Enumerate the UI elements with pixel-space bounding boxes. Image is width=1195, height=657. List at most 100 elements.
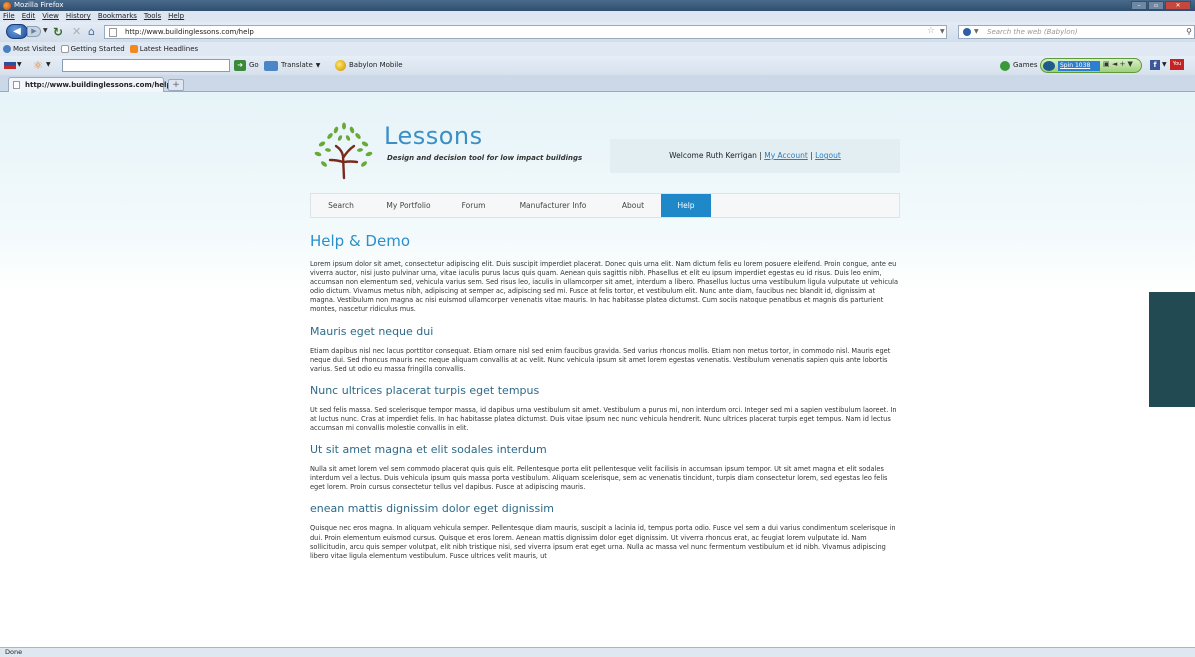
youtube-icon[interactable]: You: [1170, 59, 1184, 70]
translate-icon: [264, 60, 278, 71]
games-label: Games: [1013, 61, 1038, 69]
site-tagline: Design and decision tool for low impact …: [387, 154, 583, 162]
main-content: Help & Demo Lorem ipsum dolor sit amet, …: [310, 232, 900, 561]
games-icon: [1000, 60, 1010, 71]
chevron-down-icon: ▼: [315, 62, 321, 69]
section-heading: Ut sit amet magna et elit sodales interd…: [310, 443, 547, 457]
url-dropdown-icon[interactable]: ▼: [940, 28, 945, 35]
section-paragraph: Nulla sit amet lorem vel sem commodo pla…: [310, 465, 888, 492]
babylon-mobile-button[interactable]: Babylon Mobile: [335, 59, 403, 72]
bookmark-latest-headlines[interactable]: Latest Headlines: [129, 42, 199, 56]
babylon-mobile-label: Babylon Mobile: [349, 61, 403, 69]
go-label: Go: [249, 61, 259, 69]
side-panel-block: [1149, 292, 1195, 407]
babylon-logo-icon[interactable]: ⚛: [33, 59, 43, 72]
page-viewport: Lessons Design and decision tool for low…: [0, 92, 1195, 647]
page-icon: [60, 45, 69, 53]
window-controls: – ▫ ✕: [1131, 1, 1191, 10]
tab-title: http://www.buildinglessons.com/help: [25, 81, 172, 89]
search-magnifier-icon[interactable]: ⚲: [1186, 26, 1192, 38]
back-arrow-icon: ◀: [13, 26, 21, 37]
translate-button[interactable]: Translate ▼: [264, 59, 320, 72]
menu-help[interactable]: Help: [168, 11, 184, 22]
section-heading: Mauris eget neque dui: [310, 324, 434, 338]
bookmark-label: Most Visited: [13, 45, 56, 53]
nav-item-search[interactable]: Search: [311, 194, 371, 217]
facebook-icon[interactable]: f: [1150, 60, 1160, 70]
spin-controls-icon[interactable]: ▣ ◄ + ▼: [1103, 60, 1133, 68]
intro-paragraph: Lorem ipsum dolor sit amet, consectetur …: [310, 260, 898, 314]
spin-label[interactable]: Spin 1038: [1058, 61, 1100, 71]
section-paragraph: Etiam dapibus nisl nec lacus porttitor c…: [310, 346, 891, 373]
link-separator: |: [810, 151, 813, 160]
stop-icon[interactable]: ✕: [72, 25, 81, 38]
search-input[interactable]: ▼ Search the web (Babylon) ⚲: [958, 25, 1195, 39]
history-dropdown-icon[interactable]: ▼: [43, 27, 48, 34]
search-placeholder: Search the web (Babylon): [987, 28, 1078, 36]
logout-link[interactable]: Logout: [815, 151, 841, 160]
search-engine-icon[interactable]: [963, 28, 971, 36]
main-navigation: Search My Portfolio Forum Manufacturer I…: [310, 193, 900, 218]
url-text: http://www.buildinglessons.com/help: [125, 28, 254, 36]
nav-item-help[interactable]: Help: [661, 194, 711, 217]
babylon-dropdown-icon[interactable]: ▼: [46, 61, 51, 68]
forward-arrow-icon: ▶: [31, 27, 37, 35]
spin-logo-icon: [1043, 61, 1055, 71]
welcome-text: Welcome Ruth Kerrigan |: [669, 151, 762, 160]
nav-item-my-portfolio[interactable]: My Portfolio: [371, 194, 446, 217]
go-arrow-icon: ➜: [234, 60, 246, 71]
bookmark-getting-started[interactable]: Getting Started: [60, 42, 125, 56]
translate-label: Translate: [281, 61, 313, 69]
nav-item-manufacturer-info[interactable]: Manufacturer Info: [501, 194, 605, 217]
bookmarks-toolbar: Most Visited Getting Started Latest Head…: [0, 42, 1195, 56]
menu-history[interactable]: History: [66, 11, 91, 22]
menu-bar: File Edit View History Bookmarks Tools H…: [0, 11, 1195, 22]
tree-logo-icon[interactable]: [310, 120, 378, 180]
babylon-toolbar: ▼ ⚛ ▼ ➜ Go Translate ▼ Babylon Mobile Ga…: [0, 56, 1195, 75]
spin-widget[interactable]: Spin 1038 ▣ ◄ + ▼: [1040, 58, 1142, 73]
maximize-button[interactable]: ▫: [1148, 1, 1164, 10]
tab-current[interactable]: http://www.buildinglessons.com/help: [8, 77, 171, 92]
games-button[interactable]: Games: [1000, 59, 1038, 72]
status-text: Done: [5, 648, 23, 656]
reload-icon[interactable]: ↻: [53, 25, 63, 39]
language-flag-icon[interactable]: [4, 62, 16, 69]
bookmark-star-icon[interactable]: ☆: [927, 26, 935, 36]
section-heading: enean mattis dignissim dolor eget dignis…: [310, 502, 554, 516]
navigation-toolbar: ◀ ▶ ▼ ↻ ✕ ⌂ http://www.buildinglessons.c…: [0, 22, 1195, 42]
site-logo-title[interactable]: Lessons: [384, 122, 483, 150]
address-bar[interactable]: http://www.buildinglessons.com/help: [104, 25, 947, 39]
minimize-button[interactable]: –: [1131, 1, 1147, 10]
back-button[interactable]: ◀: [6, 24, 28, 39]
window-titlebar: Mozilla Firefox – ▫ ✕: [0, 0, 1195, 11]
language-dropdown-icon[interactable]: ▼: [17, 61, 22, 68]
welcome-box: Welcome Ruth Kerrigan | My Account | Log…: [610, 139, 900, 173]
engine-dropdown-icon[interactable]: ▼: [974, 26, 979, 38]
translate-input[interactable]: [62, 59, 230, 72]
rss-icon: [129, 45, 138, 53]
my-account-link[interactable]: My Account: [764, 151, 808, 160]
window-title: Mozilla Firefox: [14, 1, 64, 9]
menu-edit[interactable]: Edit: [22, 11, 36, 22]
nav-item-about[interactable]: About: [605, 194, 661, 217]
menu-bookmarks[interactable]: Bookmarks: [98, 11, 137, 22]
bookmark-label: Latest Headlines: [139, 45, 199, 53]
bookmark-label: Getting Started: [70, 45, 125, 53]
menu-tools[interactable]: Tools: [144, 11, 161, 22]
close-button[interactable]: ✕: [1165, 1, 1191, 10]
status-bar: Done: [0, 647, 1195, 657]
page-title: Help & Demo: [310, 232, 410, 250]
forward-button[interactable]: ▶: [27, 26, 41, 37]
new-tab-button[interactable]: +: [168, 79, 184, 91]
firefox-icon: [3, 2, 11, 10]
menu-file[interactable]: File: [3, 11, 15, 22]
page-icon: [13, 81, 20, 89]
home-icon[interactable]: ⌂: [88, 25, 95, 38]
facebook-dropdown-icon[interactable]: ▼: [1162, 61, 1167, 68]
babylon-mobile-icon: [335, 60, 346, 71]
nav-item-forum[interactable]: Forum: [446, 194, 501, 217]
page-icon: [109, 28, 117, 37]
menu-view[interactable]: View: [42, 11, 59, 22]
go-button[interactable]: ➜ Go: [234, 59, 259, 72]
bookmark-most-visited[interactable]: Most Visited: [3, 42, 56, 56]
